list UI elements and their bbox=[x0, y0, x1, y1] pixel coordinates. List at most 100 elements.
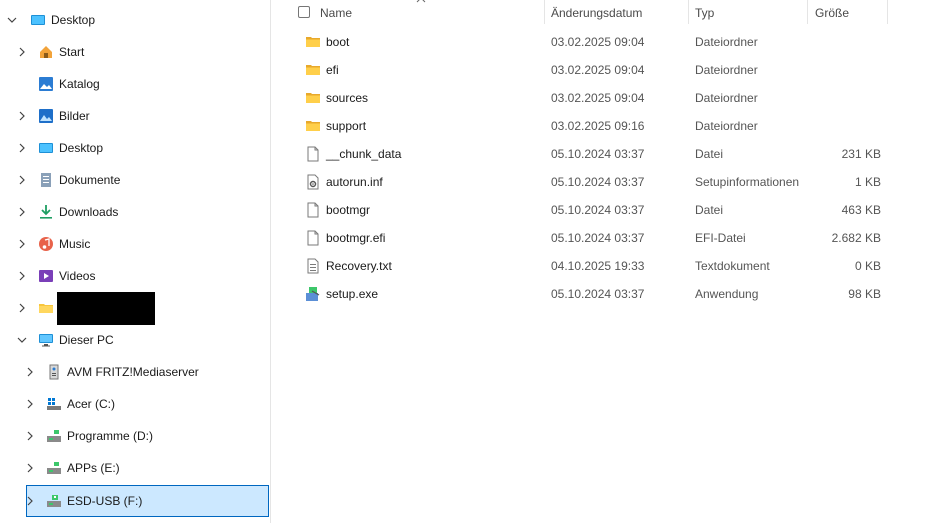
folder-icon bbox=[38, 300, 54, 316]
file-size bbox=[805, 56, 881, 84]
file-row[interactable]: __chunk_data 05.10.2024 03:37 Datei 231 … bbox=[285, 140, 895, 168]
file-date: 05.10.2024 03:37 bbox=[551, 147, 645, 161]
folder-icon bbox=[305, 62, 321, 78]
file-name: support bbox=[326, 119, 367, 133]
chevron-right-icon[interactable] bbox=[24, 430, 36, 442]
sidebar-item-label: Start bbox=[59, 45, 85, 59]
file-type: Setupinformationen bbox=[695, 175, 800, 189]
sidebar-item-dokumente[interactable]: Dokumente bbox=[0, 166, 268, 194]
file-row[interactable]: Recovery.txt 04.10.2025 19:33 Textdokume… bbox=[285, 252, 895, 280]
chevron-right-icon[interactable] bbox=[16, 110, 28, 122]
sidebar-item-label: Dokumente bbox=[59, 173, 121, 187]
sidebar-item-label: Acer (C:) bbox=[67, 397, 115, 411]
file-row[interactable]: boot 03.02.2025 09:04 Dateiordner bbox=[285, 28, 895, 56]
column-header-size[interactable]: Größe bbox=[815, 0, 885, 26]
file-type: Textdokument bbox=[695, 259, 770, 273]
file-name: boot bbox=[326, 35, 350, 49]
folder-icon bbox=[305, 90, 321, 106]
sidebar-item-music[interactable]: Music bbox=[0, 230, 268, 258]
chevron-right-icon[interactable] bbox=[16, 302, 28, 314]
usb-drive-icon bbox=[46, 493, 62, 509]
column-divider[interactable] bbox=[807, 0, 808, 24]
file-type: Dateiordner bbox=[695, 119, 758, 133]
chevron-down-icon[interactable] bbox=[6, 14, 18, 26]
column-header-type[interactable]: Typ bbox=[695, 0, 800, 26]
file-icon bbox=[305, 202, 321, 218]
chevron-right-icon[interactable] bbox=[16, 238, 28, 250]
chevron-right-icon[interactable] bbox=[16, 270, 28, 282]
file-date: 03.02.2025 09:04 bbox=[551, 35, 645, 49]
column-divider[interactable] bbox=[887, 0, 888, 24]
system-drive-icon bbox=[46, 396, 62, 412]
chevron-right-icon[interactable] bbox=[16, 174, 28, 186]
sidebar-item-katalog[interactable]: Katalog bbox=[0, 70, 268, 98]
file-name: bootmgr.efi bbox=[326, 231, 386, 245]
chevron-right-icon[interactable] bbox=[24, 366, 36, 378]
file-name: Recovery.txt bbox=[326, 259, 392, 273]
file-list: Name Änderungsdatum Typ Größe boot 03.02… bbox=[285, 0, 945, 523]
setup-exe-icon bbox=[305, 286, 321, 302]
sidebar-item-downloads[interactable]: Downloads bbox=[0, 198, 268, 226]
file-row[interactable]: setup.exe 05.10.2024 03:37 Anwendung 98 … bbox=[285, 280, 895, 308]
desktop-icon bbox=[30, 12, 46, 28]
file-name: bootmgr bbox=[326, 203, 371, 217]
file-icon bbox=[305, 146, 321, 162]
desktop-icon bbox=[38, 140, 54, 156]
select-all-checkbox[interactable] bbox=[298, 6, 310, 18]
chevron-right-icon[interactable] bbox=[24, 462, 36, 474]
column-header-name[interactable]: Name bbox=[320, 0, 542, 26]
file-size bbox=[805, 84, 881, 112]
sidebar-item-drive-e[interactable]: APPs (E:) bbox=[0, 454, 268, 482]
file-date: 03.02.2025 09:04 bbox=[551, 63, 645, 77]
file-size: 463 KB bbox=[841, 203, 881, 217]
file-date: 05.10.2024 03:37 bbox=[551, 287, 645, 301]
sidebar-item-drive-c[interactable]: Acer (C:) bbox=[0, 390, 268, 418]
redaction-block bbox=[57, 292, 155, 325]
sidebar-item-desktop[interactable]: Desktop bbox=[0, 134, 268, 162]
chevron-right-icon[interactable] bbox=[24, 398, 36, 410]
sidebar-item-videos[interactable]: Videos bbox=[0, 262, 268, 290]
sidebar-item-start[interactable]: Start bbox=[0, 38, 268, 66]
file-row[interactable]: sources 03.02.2025 09:04 Dateiordner bbox=[285, 84, 895, 112]
file-icon bbox=[305, 230, 321, 246]
chevron-right-icon[interactable] bbox=[24, 495, 36, 507]
file-type: Datei bbox=[695, 147, 724, 161]
sidebar-item-bilder[interactable]: Bilder bbox=[0, 102, 268, 130]
sidebar-item-drive-f[interactable]: ESD-USB (F:) bbox=[26, 485, 269, 517]
sidebar-item-label: Downloads bbox=[59, 205, 119, 219]
file-size bbox=[805, 112, 881, 140]
sidebar-item-this-pc[interactable]: Dieser PC bbox=[0, 326, 268, 354]
sidebar-item-label: Katalog bbox=[59, 77, 100, 91]
file-date: 05.10.2024 03:37 bbox=[551, 231, 645, 245]
file-row[interactable]: bootmgr 05.10.2024 03:37 Datei 463 KB bbox=[285, 196, 895, 224]
pictures-icon bbox=[38, 108, 54, 124]
file-size: 231 KB bbox=[841, 147, 881, 161]
file-date: 05.10.2024 03:37 bbox=[551, 175, 645, 189]
chevron-right-icon[interactable] bbox=[16, 142, 28, 154]
file-row[interactable]: efi 03.02.2025 09:04 Dateiordner bbox=[285, 56, 895, 84]
column-divider[interactable] bbox=[544, 0, 545, 24]
column-header-date[interactable]: Änderungsdatum bbox=[551, 0, 686, 26]
media-server-icon bbox=[46, 364, 62, 380]
file-type: Anwendung bbox=[695, 287, 759, 301]
file-size: 0 KB bbox=[854, 259, 881, 273]
sidebar-item-desktop-root[interactable]: Desktop bbox=[0, 6, 268, 34]
navigation-pane: Desktop Start Katalog Bilder Desktop Dok… bbox=[0, 0, 271, 523]
file-row[interactable]: support 03.02.2025 09:16 Dateiordner bbox=[285, 112, 895, 140]
chevron-right-icon[interactable] bbox=[16, 206, 28, 218]
column-divider[interactable] bbox=[688, 0, 689, 24]
sidebar-item-drive-d[interactable]: Programme (D:) bbox=[0, 422, 268, 450]
file-size: 98 KB bbox=[848, 287, 881, 301]
file-row[interactable]: bootmgr.efi 05.10.2024 03:37 EFI-Datei 2… bbox=[285, 224, 895, 252]
sidebar-item-label: Videos bbox=[59, 269, 96, 283]
chevron-down-icon[interactable] bbox=[16, 334, 28, 346]
file-row[interactable]: autorun.inf 05.10.2024 03:37 Setupinform… bbox=[285, 168, 895, 196]
home-icon bbox=[38, 44, 54, 60]
folder-icon bbox=[305, 34, 321, 50]
file-type: EFI-Datei bbox=[695, 231, 746, 245]
sidebar-item-label: APPs (E:) bbox=[67, 461, 120, 475]
file-size: 1 KB bbox=[854, 175, 881, 189]
sidebar-item-media-server[interactable]: AVM FRITZ!Mediaserver bbox=[0, 358, 268, 386]
chevron-right-icon[interactable] bbox=[16, 46, 28, 58]
file-date: 03.02.2025 09:16 bbox=[551, 119, 645, 133]
